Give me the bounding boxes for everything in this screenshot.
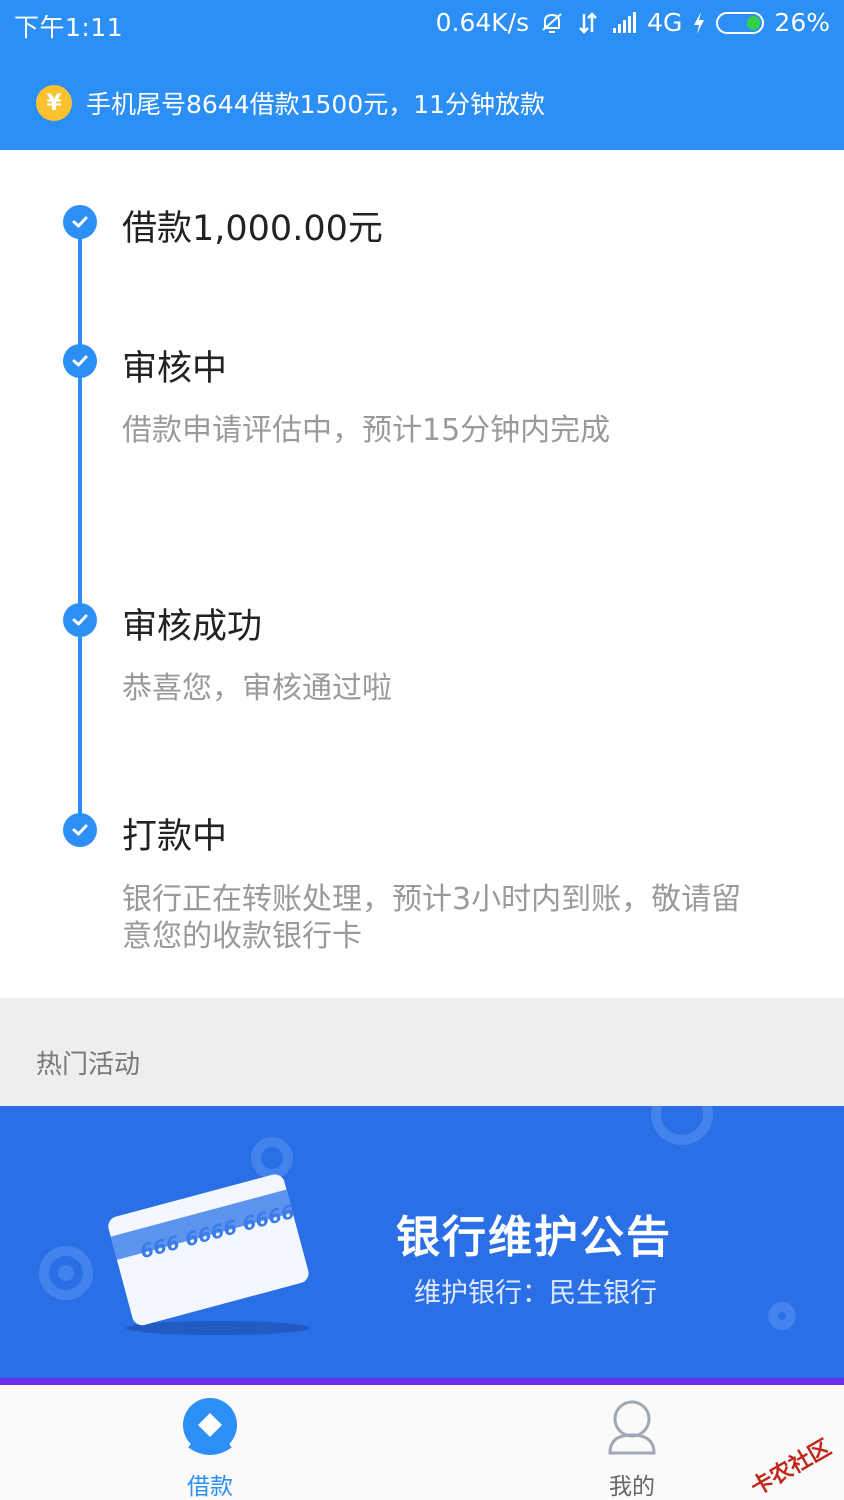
network-type: 4G: [647, 8, 683, 37]
charging-bolt-icon: [692, 10, 706, 36]
hot-activities-header: 热门活动: [0, 998, 844, 1106]
step-title-approved: 审核成功: [122, 607, 263, 647]
hot-activities-title: 热门活动: [36, 1050, 141, 1080]
status-time: 下午1:11: [14, 13, 124, 42]
status-bar: 下午1:11 0.64K/s 4G 26%: [0, 0, 844, 50]
data-transfer-icon: [575, 10, 601, 36]
bank-maintenance-promo[interactable]: 666 6666 6666 银行维护公告 维护银行：民生银行: [0, 1106, 844, 1380]
check-icon: [63, 813, 97, 847]
loan-ticker-banner: ¥ 手机尾号8644借款1500元，11分钟放款: [36, 85, 545, 121]
check-icon: [63, 205, 97, 239]
step-desc-reviewing: 借款申请评估中，预计15分钟内完成: [122, 413, 611, 448]
check-icon: [63, 603, 97, 637]
check-icon: [63, 344, 97, 378]
ticker-text: 手机尾号8644借款1500元，11分钟放款: [86, 90, 546, 119]
step-title-reviewing: 审核中: [122, 349, 228, 389]
header: 下午1:11 0.64K/s 4G 26% ¥ 手机尾号8644借款1500元，…: [0, 0, 844, 150]
promo-title: 银行维护公告: [396, 1212, 672, 1263]
signal-icon: [611, 10, 637, 36]
nav-mine-label: 我的: [609, 1474, 655, 1500]
nav-loan-label: 借款: [187, 1474, 233, 1500]
nav-loan[interactable]: 借款: [110, 1385, 310, 1500]
mute-bell-icon: [539, 10, 565, 36]
profile-icon: [608, 1400, 656, 1455]
step-desc-approved: 恭喜您，审核通过啦: [122, 671, 392, 706]
yen-coin-icon: ¥: [36, 85, 72, 121]
battery-icon: [716, 11, 765, 34]
bottom-nav: 借款 我的 卡农社区: [0, 1385, 844, 1500]
divider-strip: [0, 1378, 844, 1385]
timeline-line: [78, 222, 82, 830]
watermark-logo: 卡农社区: [746, 1435, 836, 1500]
network-speed: 0.64K/s: [435, 8, 530, 37]
loan-tab-icon: [183, 1398, 237, 1455]
step-desc-paying: 银行正在转账处理，预计3小时内到账，敬请留意您的收款银行卡: [122, 882, 742, 954]
status-indicators: 0.64K/s 4G 26%: [436, 8, 830, 37]
nav-mine[interactable]: 我的: [532, 1385, 732, 1500]
step-title-amount: 借款1,000.00元: [122, 209, 383, 249]
step-title-paying: 打款中: [122, 817, 228, 857]
battery-percent: 26%: [774, 8, 830, 37]
promo-subtitle: 维护银行：民生银行: [414, 1278, 657, 1309]
